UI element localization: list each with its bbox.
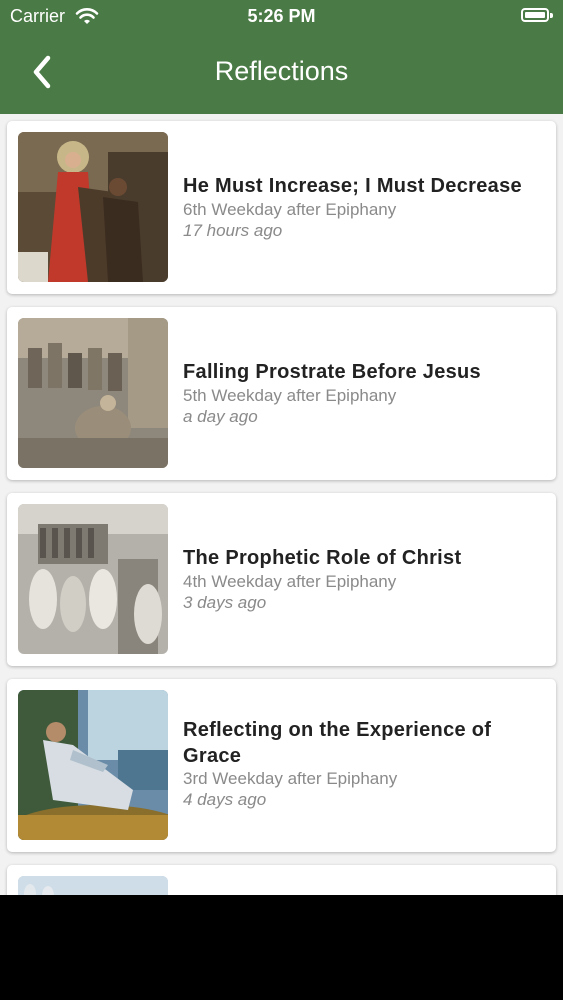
reflection-time: 17 hours ago xyxy=(183,221,283,240)
reflection-card[interactable]: Reflecting on the Experience of Grace 3r… xyxy=(7,679,556,852)
reflection-subtitle: 6th Weekday after Epiphany xyxy=(183,200,397,219)
reflection-title: The Prophetic Role of Christ xyxy=(183,547,462,569)
battery-tip xyxy=(550,13,553,18)
status-time: 5:26 PM xyxy=(247,6,316,26)
reflection-card[interactable]: He Must Increase; I Must Decrease 6th We… xyxy=(7,121,556,294)
reflection-title: Reflecting on the Experience of Grace xyxy=(183,719,492,767)
reflection-thumbnail xyxy=(18,876,168,895)
reflection-thumbnail xyxy=(18,132,168,282)
page-title: Reflections xyxy=(214,56,349,86)
reflection-thumbnail xyxy=(18,690,168,840)
reflection-time: 4 days ago xyxy=(183,790,267,809)
reflection-subtitle: 3rd Weekday after Epiphany xyxy=(183,769,398,788)
reflection-subtitle: 4th Weekday after Epiphany xyxy=(183,572,397,591)
battery-icon xyxy=(521,8,549,22)
screen: Carrier 5:26 PM Reflections He Must Incr… xyxy=(0,0,563,895)
reflection-time: a day ago xyxy=(183,407,258,426)
reflection-title: Falling Prostrate Before Jesus xyxy=(183,361,481,383)
reflection-card[interactable]: The Prophetic Role of Christ 4th Weekday… xyxy=(7,493,556,666)
reflection-time: 3 days ago xyxy=(183,593,267,612)
reflection-title: He Must Increase; I Must Decrease xyxy=(183,175,522,197)
reflection-card[interactable] xyxy=(7,865,556,895)
reflection-thumbnail xyxy=(18,504,168,654)
app-header: Carrier 5:26 PM Reflections xyxy=(0,0,563,114)
reflection-thumbnail xyxy=(18,318,168,468)
reflection-card[interactable]: Falling Prostrate Before Jesus 5th Weekd… xyxy=(7,307,556,480)
reflection-subtitle: 5th Weekday after Epiphany xyxy=(183,386,397,405)
bottom-black-area xyxy=(0,895,563,1000)
status-bar: Carrier 5:26 PM xyxy=(0,0,563,34)
